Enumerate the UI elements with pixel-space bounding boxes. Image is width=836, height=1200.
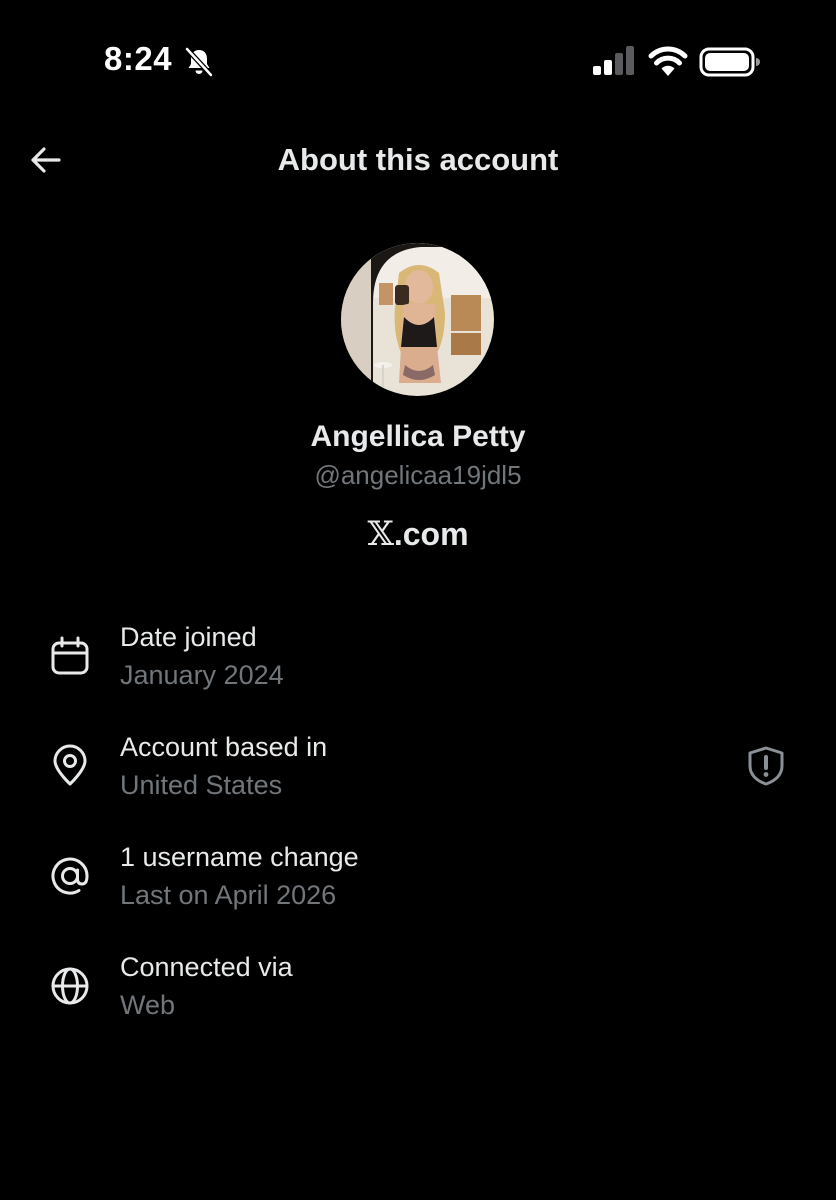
row-value: January 2024	[120, 660, 284, 690]
row-value: Last on April 2026	[120, 880, 337, 910]
row-label: Date joined	[120, 622, 257, 652]
profile-photo	[341, 243, 494, 396]
cellular-signal-icon	[593, 46, 634, 75]
status-time: 8:24	[104, 40, 173, 77]
connected-via-row: Connected via Web	[0, 952, 836, 1042]
page-title: About this account	[277, 142, 559, 177]
shield-alert-icon[interactable]	[744, 744, 788, 788]
username-handle: @angelicaa19jdl5	[314, 460, 522, 490]
globe-icon	[51, 967, 89, 1005]
row-label: Account based in	[120, 732, 328, 762]
battery-icon	[699, 47, 760, 77]
location-pin-icon	[53, 744, 87, 786]
platform-domain: .com	[393, 516, 469, 552]
platform-label: 𝕏.com	[0, 514, 836, 554]
username-change-row: 1 username change Last on April 2026	[0, 842, 836, 932]
account-location-row: Account based in United States	[0, 732, 836, 822]
avatar	[341, 243, 494, 396]
row-value: United States	[120, 770, 283, 800]
wifi-icon	[648, 46, 688, 76]
bell-muted-icon	[185, 47, 213, 77]
status-bar: 8:24	[0, 0, 836, 120]
row-label: Connected via	[120, 952, 293, 982]
display-name: Angellica Petty	[310, 420, 526, 453]
row-label: 1 username change	[120, 842, 359, 872]
calendar-icon	[51, 636, 89, 675]
at-sign-icon	[51, 857, 89, 895]
x-logo-icon: 𝕏	[367, 514, 394, 554]
row-value: Web	[120, 990, 176, 1020]
date-joined-row: Date joined January 2024	[0, 622, 836, 712]
